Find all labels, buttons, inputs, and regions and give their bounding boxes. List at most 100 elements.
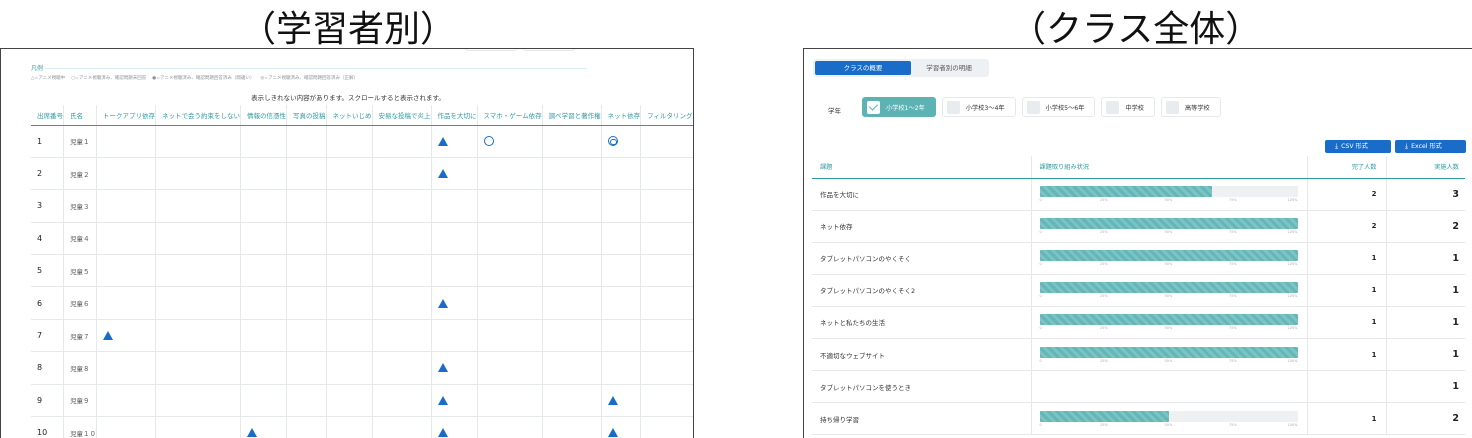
- table-row[interactable]: ネットと私たちの生活 0 25% 50% 75% 100% 1 1: [812, 306, 1465, 339]
- tick-label: 0: [1039, 358, 1042, 363]
- triangle-icon: [247, 428, 257, 438]
- progress-cell: 0 25% 50% 75% 100%: [1030, 402, 1307, 436]
- table-row[interactable]: 3 児童３: [31, 189, 693, 223]
- tick-label: 50%: [1164, 422, 1173, 427]
- status-cell: [477, 319, 543, 353]
- csv-download-button[interactable]: ⤓ CSV 形式: [1325, 140, 1391, 153]
- column-header: 写真の投稿: [286, 105, 327, 126]
- table-row[interactable]: タブレットパソコンを使うとき 1: [812, 370, 1465, 404]
- status-cell: [326, 351, 373, 385]
- task-name: タブレットパソコンのやくそく2: [812, 274, 1031, 307]
- status-cell: [155, 319, 241, 353]
- status-cell: [601, 254, 642, 288]
- task-name: タブレットパソコンを使うとき: [812, 370, 1031, 404]
- triangle-icon: [437, 298, 448, 308]
- view-tabs: クラスの概要 学習者別の明細: [813, 59, 989, 77]
- table-row[interactable]: 2 児童２: [31, 157, 693, 191]
- status-cell: [155, 189, 241, 223]
- status-cell: [477, 351, 543, 385]
- table-row[interactable]: 作品を大切に 0 25% 50% 75% 100% 2 3: [812, 178, 1465, 211]
- table-row[interactable]: 1 児童１: [31, 125, 693, 158]
- student-name: 児童１: [63, 125, 97, 158]
- student-name: 児童８: [63, 351, 97, 385]
- tick-label: 75%: [1229, 326, 1237, 331]
- student-name: 児童４: [63, 222, 97, 256]
- triangle-icon: [437, 363, 448, 373]
- status-cell: [326, 286, 373, 320]
- status-cell: [640, 416, 693, 438]
- header-done: 完了人数: [1306, 156, 1386, 179]
- status-cell: [601, 416, 642, 438]
- column-header: 出席番号: [31, 105, 64, 126]
- triangle-icon: [437, 428, 448, 438]
- progress-fill: [1039, 186, 1213, 198]
- table-row[interactable]: 9 児童９: [31, 384, 693, 418]
- attendance-number: 6: [31, 286, 64, 320]
- status-cell: [601, 286, 642, 320]
- tick-label: 100%: [1287, 358, 1298, 363]
- tab-learner-detail[interactable]: 学習者別の明細: [911, 61, 987, 75]
- table-row[interactable]: タブレットパソコンのやくそく 0 25% 50% 75% 100% 1 1: [812, 242, 1465, 275]
- task-name: 作品を大切に: [812, 178, 1031, 211]
- progress-cell: 0 25% 50% 75% 100%: [1030, 210, 1307, 243]
- triangle-icon: [437, 169, 448, 179]
- student-name: 児童３: [63, 189, 97, 223]
- status-cell: [240, 222, 287, 256]
- tab-class-overview[interactable]: クラスの概要: [815, 61, 911, 75]
- status-cell: [240, 157, 287, 191]
- grade-label-text: 小学校3～4年: [965, 104, 1005, 112]
- caption-by-learner: （学習者別）: [240, 9, 457, 50]
- triangle-icon: [437, 395, 448, 405]
- completed-count: 1: [1306, 338, 1386, 372]
- excel-download-button[interactable]: ⤓ Excel 形式: [1395, 140, 1466, 153]
- status-cell: [542, 416, 602, 438]
- progress-fill: [1039, 346, 1298, 358]
- completed-count: 1: [1306, 306, 1386, 339]
- tick-label: 75%: [1229, 358, 1237, 363]
- tick-label: 0: [1039, 262, 1042, 267]
- progress-bar: 0 25% 50% 75% 100%: [1039, 250, 1298, 268]
- table-row[interactable]: 10 児童１０: [31, 416, 693, 438]
- grade-checkbox[interactable]: 高等学校: [1161, 97, 1221, 117]
- grade-checkbox[interactable]: 中学校: [1101, 97, 1155, 117]
- table-row[interactable]: タブレットパソコンのやくそく2 0 25% 50% 75% 100% 1 1: [812, 274, 1465, 307]
- grade-checkbox[interactable]: 小学校1～2年: [862, 97, 936, 117]
- table-row[interactable]: 持ち帰り学習 0 25% 50% 75% 100% 1 2: [812, 402, 1465, 436]
- status-cell: [542, 351, 602, 385]
- status-cell: [240, 319, 287, 353]
- student-name: 児童１０: [63, 416, 97, 438]
- download-icon: ⤓: [1405, 142, 1409, 150]
- learner-table[interactable]: 出席番号 氏名 トークアプリ依存 ネットで会う約束をしない 情報の信憑性 写真の投稿 ネット…: [31, 105, 693, 438]
- status-cell: [96, 254, 156, 288]
- column-header: 調べ学習と著作権: [542, 105, 602, 126]
- tick-label: 75%: [1229, 294, 1237, 299]
- grade-checkbox[interactable]: 小学校3～4年: [941, 97, 1016, 117]
- table-row[interactable]: 8 児童８: [31, 351, 693, 385]
- grade-label-text: 小学校1～2年: [886, 104, 925, 112]
- status-cell: [372, 125, 432, 158]
- tick-label: 25%: [1100, 358, 1108, 363]
- download-icon: ⤓: [1335, 142, 1339, 150]
- table-row[interactable]: 不適切なウェブサイト 0 25% 50% 75% 100% 1 1: [812, 338, 1465, 372]
- grade-checkbox[interactable]: 小学校5～6年: [1021, 97, 1096, 117]
- tick-label: 0: [1039, 326, 1042, 331]
- table-row[interactable]: 5 児童５: [31, 254, 693, 288]
- tick-label: 0: [1039, 422, 1042, 427]
- status-cell: [640, 351, 693, 385]
- grade-label-text: 中学校: [1125, 104, 1144, 112]
- status-cell: [372, 351, 432, 385]
- table-row[interactable]: ネット依存 0 25% 50% 75% 100% 2 2: [812, 210, 1465, 243]
- status-cell: [431, 189, 478, 223]
- status-cell: [601, 157, 642, 191]
- student-name: 児童６: [63, 286, 97, 320]
- table-row[interactable]: 7 児童７: [31, 319, 693, 353]
- status-cell: [326, 157, 373, 191]
- table-row[interactable]: 6 児童６: [31, 286, 693, 320]
- table-row[interactable]: 4 児童４: [31, 222, 693, 256]
- status-cell: [372, 157, 432, 191]
- status-cell: [477, 286, 543, 320]
- status-cell: [286, 286, 327, 320]
- status-cell: [240, 416, 287, 438]
- class-overview-panel: クラスの概要 学習者別の明細 学年 小学校1～2年 小学校3～4年 小学校5～6年 中…: [803, 48, 1472, 438]
- status-cell: [155, 416, 241, 438]
